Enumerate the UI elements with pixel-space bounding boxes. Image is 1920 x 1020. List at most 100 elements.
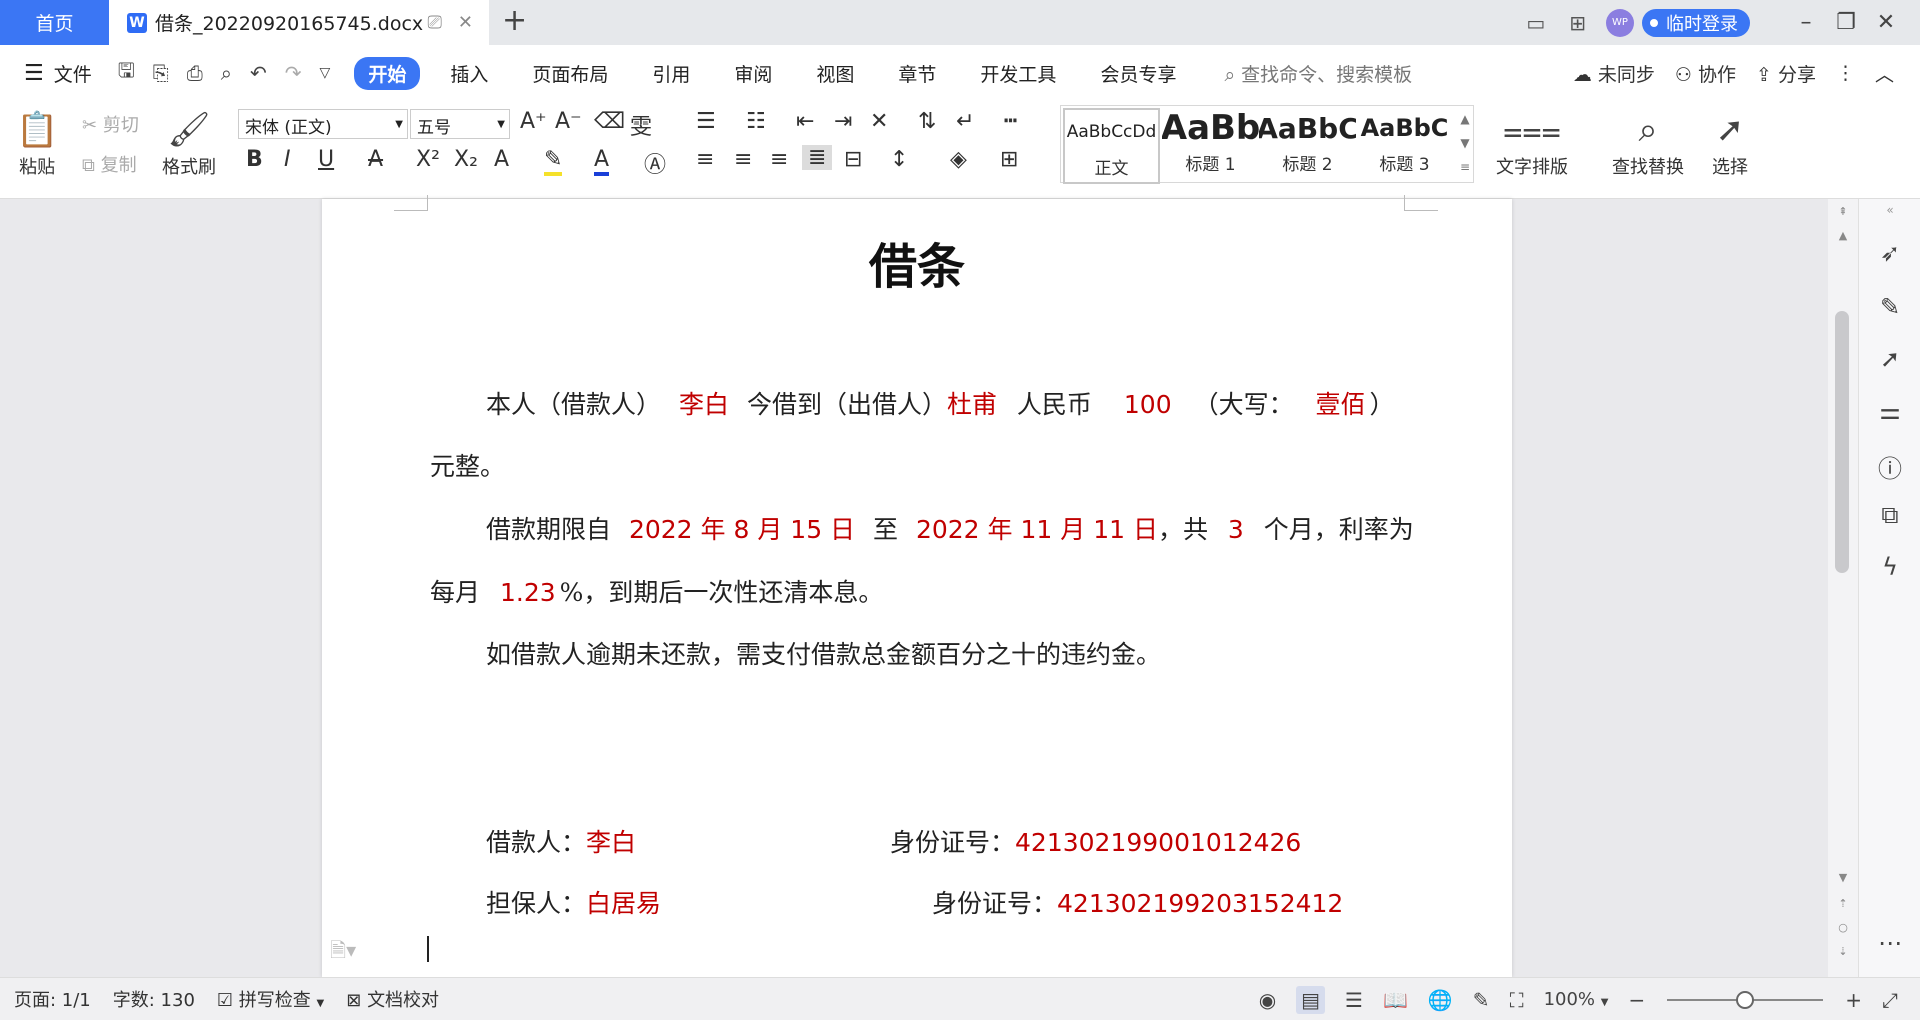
bullet-list-icon[interactable]: ☰ — [696, 109, 716, 134]
subscript-icon[interactable]: X₂ — [454, 147, 478, 172]
font-name-select[interactable]: 宋体 (正文) ▼ — [238, 109, 408, 139]
file-menu[interactable]: ☰ 文件 — [24, 60, 92, 87]
scroll-down-icon[interactable]: ▼ — [1828, 871, 1858, 884]
tab-review[interactable]: 审阅 — [734, 60, 772, 87]
login-button[interactable]: 临时登录 — [1642, 8, 1750, 37]
more-styles-icon[interactable]: ≡ — [1456, 155, 1474, 179]
fullscreen-icon[interactable]: ⤢ — [1882, 988, 1898, 1012]
document-page[interactable]: 借条 本人（借款人） 李白 今借到（出借人）杜甫 人民币 100 （大写： 壹佰… — [322, 195, 1512, 977]
cursor-icon[interactable]: ➚ — [1859, 345, 1920, 373]
underline-icon[interactable]: U — [318, 147, 334, 172]
show-marks-icon[interactable]: ↵ — [956, 109, 974, 134]
line-spacing-icon[interactable]: ↕ — [890, 147, 908, 172]
restore-icon[interactable]: ❐ — [1826, 10, 1866, 35]
apps-grid-icon[interactable]: ⊞ — [1569, 11, 1586, 35]
close-window-icon[interactable]: ✕ — [1866, 10, 1906, 35]
chinese-layout-icon[interactable]: ✕ — [870, 109, 888, 134]
increase-indent-icon[interactable]: ⇥ — [834, 109, 852, 134]
style-gallery-scroll[interactable]: ▲ ▼ ≡ — [1456, 107, 1474, 179]
web-view-icon[interactable]: 🌐 — [1428, 988, 1453, 1012]
paragraph-layout-icon[interactable]: 🗎▾ — [330, 936, 356, 970]
tab-references[interactable]: 引用 — [652, 60, 690, 87]
sync-button[interactable]: ☁ 未同步 — [1573, 60, 1655, 87]
strikethrough-icon[interactable]: A — [368, 147, 383, 172]
justify-icon[interactable]: ≣ — [802, 145, 833, 170]
style-normal[interactable]: AaBbCcDd 正文 — [1063, 108, 1160, 184]
pin-icon[interactable]: ⎚ — [428, 12, 442, 33]
style-heading-2[interactable]: AaBbC 标题 2 — [1259, 106, 1356, 182]
more-menu-icon[interactable]: ⋮ — [1836, 62, 1855, 84]
tab-member[interactable]: 会员专享 — [1100, 60, 1176, 87]
distribute-icon[interactable]: ⊟ — [844, 147, 862, 172]
cloud-doc-icon[interactable]: ⧉ — [1859, 501, 1920, 529]
italic-icon[interactable]: I — [284, 147, 291, 172]
chevron-down-icon[interactable]: ▼ — [1456, 131, 1474, 155]
select-browse-icon[interactable]: ○ — [1828, 921, 1858, 934]
align-center-icon[interactable]: ≡ — [734, 147, 752, 172]
clear-format-icon[interactable]: ⌫ — [594, 109, 625, 134]
sort-icon[interactable]: ⇅ — [918, 109, 936, 134]
spell-check-button[interactable]: ☑ 拼写检查 ▼ — [217, 986, 324, 1012]
save-icon[interactable]: 🖫 — [118, 56, 135, 90]
tab-insert[interactable]: 插入 — [450, 60, 488, 87]
text-effect-icon[interactable]: A — [494, 147, 509, 172]
proofread-button[interactable]: ⊠ 文档校对 — [346, 986, 439, 1012]
superscript-icon[interactable]: X² — [416, 147, 440, 172]
select-button[interactable]: ➚ 选择 — [1712, 107, 1748, 179]
font-color-icon[interactable]: A — [594, 147, 610, 176]
scrollbar-thumb[interactable] — [1835, 311, 1849, 573]
minimize-icon[interactable]: – — [1786, 10, 1826, 35]
undo-icon[interactable]: ↶ — [250, 61, 267, 85]
avatar[interactable]: WP — [1606, 8, 1634, 37]
sidebar-toggle-icon[interactable]: « — [1859, 203, 1920, 217]
find-replace-button[interactable]: ⌕ 查找替换 — [1612, 107, 1684, 179]
zoom-slider-knob[interactable] — [1736, 990, 1755, 1009]
write-mode-icon[interactable]: ✎ — [1473, 988, 1490, 1012]
window-layout-icon[interactable]: ▭ — [1526, 11, 1545, 35]
command-search[interactable]: ⌕ 查找命令、搜索模板 — [1224, 60, 1412, 87]
new-tab-button[interactable]: + — [502, 6, 527, 36]
tab-ruler-icon[interactable]: ┅ — [1004, 109, 1017, 134]
tab-start[interactable]: 开始 — [354, 56, 421, 90]
highlight-icon[interactable]: ✎ — [544, 147, 563, 176]
rocket-icon[interactable]: ➶ — [1859, 239, 1920, 267]
text-layout-button[interactable]: ⩶ 文字排版 — [1496, 107, 1568, 179]
close-tab-icon[interactable]: ✕ — [458, 12, 473, 33]
export-icon[interactable]: ⎘ — [153, 61, 169, 85]
tab-home[interactable]: 首页 — [0, 0, 109, 45]
font-size-select[interactable]: 五号 ▼ — [410, 109, 510, 139]
zoom-level[interactable]: 100% ▼ — [1544, 989, 1609, 1010]
cut-button[interactable]: ✂ 剪切 — [82, 111, 139, 137]
tab-developer[interactable]: 开发工具 — [980, 60, 1056, 87]
tab-view[interactable]: 视图 — [816, 60, 854, 87]
copy-button[interactable]: ⧉ 复制 — [82, 151, 137, 177]
fit-page-icon[interactable]: ⛶ — [1510, 988, 1524, 1012]
tab-document[interactable]: W 借条_20220920165745.docx ⎚ ✕ — [109, 0, 489, 45]
chevron-up-icon[interactable]: ▲ — [1456, 107, 1474, 131]
paste-button[interactable]: 📋 粘贴 — [16, 107, 58, 179]
print-icon[interactable]: ⎙ — [187, 61, 203, 85]
redo-icon[interactable]: ↷ — [285, 61, 302, 85]
zoom-in-icon[interactable]: + — [1845, 988, 1862, 1012]
shrink-font-icon[interactable]: A⁻ — [555, 109, 582, 134]
share-button[interactable]: ⇪ 分享 — [1756, 60, 1816, 87]
char-border-icon[interactable]: Ⓐ — [644, 147, 666, 179]
lightning-icon[interactable]: ϟ — [1859, 553, 1920, 581]
shading-icon[interactable]: ◈ — [950, 147, 967, 172]
decrease-indent-icon[interactable]: ⇤ — [796, 109, 814, 134]
prev-page-icon[interactable]: ⇡ — [1828, 897, 1858, 910]
style-heading-1[interactable]: AaBb 标题 1 — [1162, 106, 1259, 182]
grow-font-icon[interactable]: A⁺ — [520, 109, 547, 134]
collab-button[interactable]: ⚇ 协作 — [1675, 60, 1736, 87]
word-count[interactable]: 字数: 130 — [113, 986, 195, 1012]
pen-icon[interactable]: ✎ — [1859, 293, 1920, 321]
outline-view-icon[interactable]: ☰ — [1345, 988, 1363, 1012]
format-painter-button[interactable]: 🖌 格式刷 — [162, 107, 216, 179]
align-left-icon[interactable]: ≡ — [696, 147, 714, 172]
page-indicator[interactable]: 页面: 1/1 — [14, 986, 91, 1012]
style-heading-3[interactable]: AaBbC 标题 3 — [1356, 106, 1453, 182]
scroll-up-icon[interactable]: ▲ — [1828, 229, 1858, 242]
print-preview-icon[interactable]: ⌕ — [221, 61, 232, 85]
settings-sliders-icon[interactable]: ⚌ — [1859, 397, 1920, 425]
zoom-out-icon[interactable]: − — [1628, 988, 1645, 1012]
